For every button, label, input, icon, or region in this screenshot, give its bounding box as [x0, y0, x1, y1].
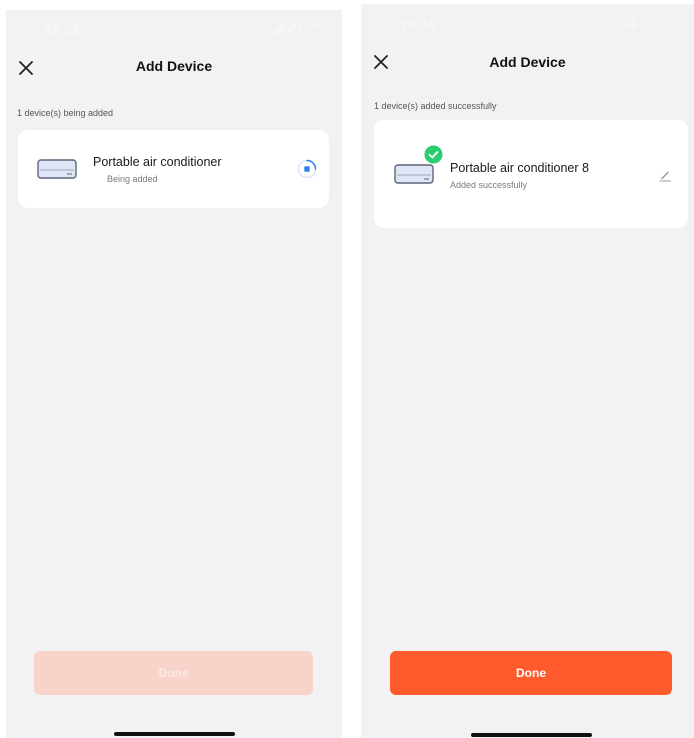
header: Add Device	[6, 54, 342, 84]
device-card[interactable]: Portable air conditioner Being added	[18, 130, 329, 208]
battery-icon	[306, 23, 324, 34]
page-title: Add Device	[489, 54, 566, 70]
close-icon[interactable]	[16, 58, 36, 78]
done-button[interactable]: Done	[390, 651, 672, 695]
status-time: 19:34	[44, 22, 80, 38]
device-name: Portable air conditioner	[93, 155, 222, 169]
adding-status-text: 1 device(s) being added	[17, 108, 114, 118]
signal-icon	[625, 17, 636, 28]
adding-screen: 19:34 Add Device 1 device(s) being added…	[6, 10, 342, 738]
success-screen: 19:34 Add Device 1 device(s) added succe…	[361, 4, 694, 738]
air-conditioner-icon	[394, 164, 434, 184]
success-status-text: 1 device(s) added successfully	[374, 101, 497, 111]
device-status: Added successfully	[450, 180, 528, 190]
device-name: Portable air conditioner 8	[450, 161, 589, 175]
check-badge-icon	[424, 145, 443, 164]
wifi-icon	[289, 24, 301, 33]
pencil-icon[interactable]	[657, 167, 673, 183]
status-time: 19:34	[399, 16, 435, 32]
done-button[interactable]: Done	[34, 651, 313, 695]
status-icons	[273, 23, 324, 34]
home-indicator	[114, 732, 235, 736]
loading-spinner-icon	[297, 159, 317, 179]
header: Add Device	[361, 50, 694, 80]
air-conditioner-icon	[37, 159, 77, 179]
battery-icon	[658, 17, 676, 28]
device-card[interactable]: Portable air conditioner 8 Added success…	[374, 120, 688, 228]
status-icons	[625, 17, 676, 28]
device-status: Being added	[107, 174, 158, 184]
status-bar: 19:34	[361, 4, 694, 44]
close-icon[interactable]	[371, 52, 391, 72]
home-indicator	[471, 733, 592, 737]
status-bar: 19:34	[6, 10, 342, 50]
wifi-icon	[641, 18, 653, 27]
page-title: Add Device	[135, 58, 213, 74]
signal-icon	[273, 23, 284, 34]
